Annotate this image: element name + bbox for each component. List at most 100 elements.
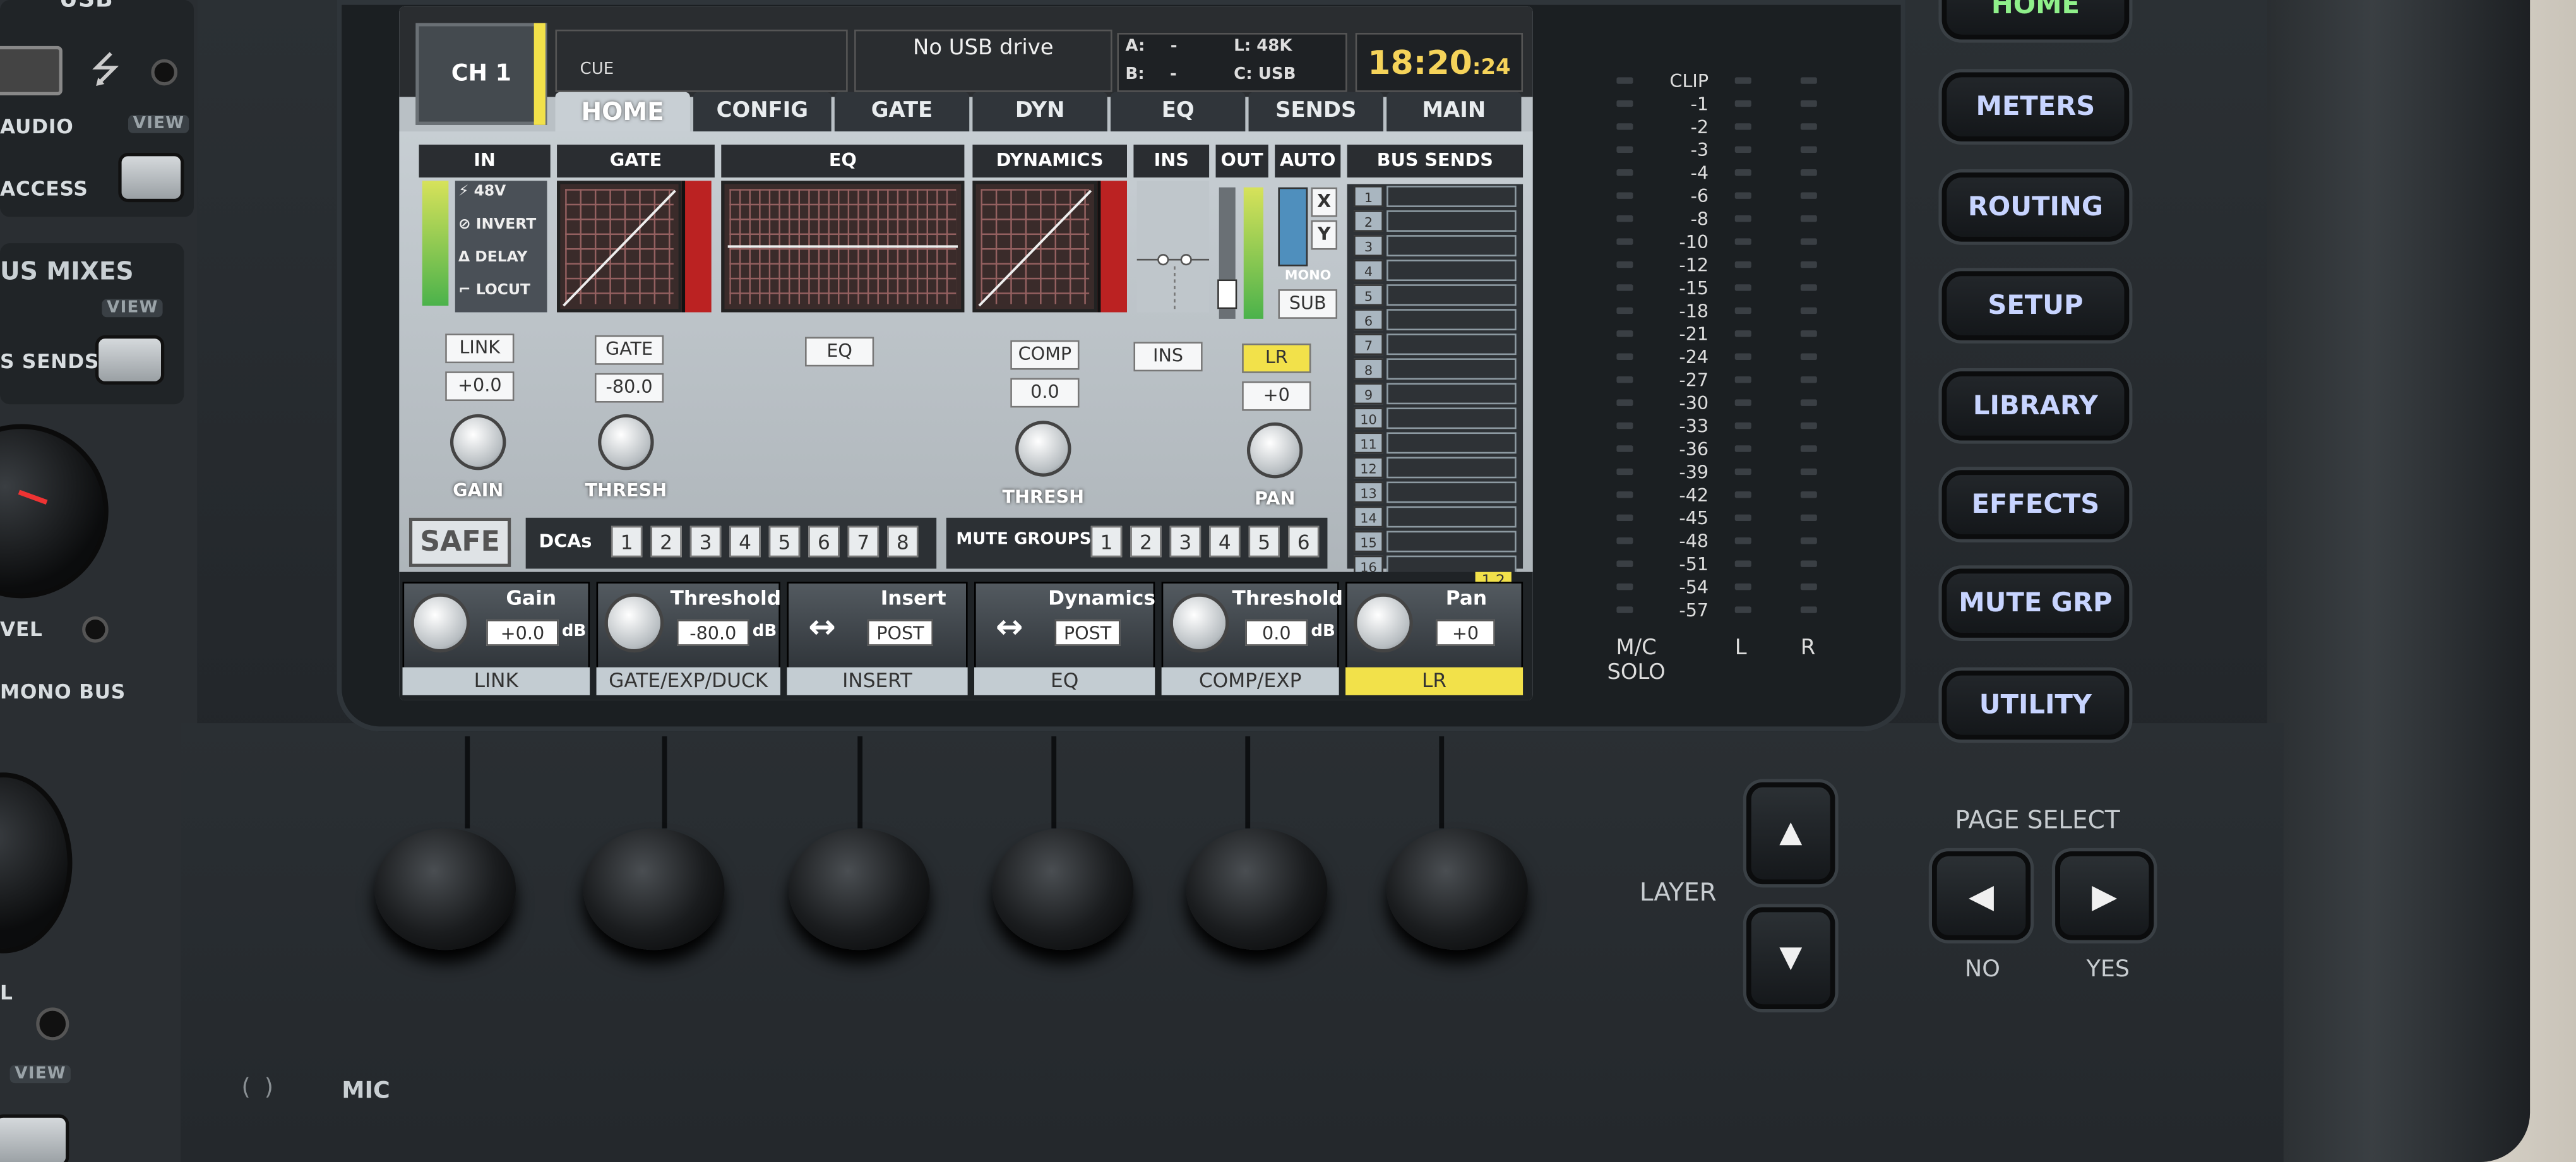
48v-option[interactable]: ⚡ 48V [458,184,506,200]
mono-knob[interactable] [0,772,73,954]
gate-thresh-knob[interactable] [598,414,654,470]
channel-name[interactable]: CH 1 [415,23,547,125]
eq-graph[interactable] [721,181,965,313]
encoder-cell-insert[interactable]: ↔ Insert POST [787,582,968,671]
encoder-cell-pan[interactable]: Pan +0 [1345,582,1524,671]
bus-send-row[interactable]: 12 [1354,457,1517,480]
dca-8[interactable]: 8 [887,525,919,558]
bus-send-row[interactable]: 1 [1354,186,1517,208]
tab-config[interactable]: CONFIG [693,92,832,132]
mute-group-2[interactable]: 2 [1130,525,1162,558]
delay-option[interactable]: Δ DELAY [458,250,528,267]
footer-gate-exp-duck[interactable]: GATE/EXP/DUCK [596,667,780,695]
utility-button[interactable]: UTILITY [1941,670,2130,740]
bus-send-row[interactable]: 14 [1354,506,1517,529]
bottom-view-button[interactable] [0,1114,69,1162]
routing-button[interactable]: ROUTING [1941,172,2130,242]
gain-knob[interactable] [450,414,506,470]
bus-send-row[interactable]: 8 [1354,358,1517,381]
dca-4[interactable]: 4 [729,525,761,558]
encoder-4[interactable] [992,828,1134,950]
invert-option[interactable]: ⊘ INVERT [458,217,536,234]
tab-dyn[interactable]: DYN [972,92,1107,132]
encoder-cell-threshold[interactable]: Threshold -80.0 dB [596,582,781,671]
out-fader-handle[interactable] [1217,279,1237,309]
dca-2[interactable]: 2 [650,525,682,558]
level-label: VEL [0,618,43,641]
dynamics-graph[interactable] [972,181,1098,313]
bus-send-row[interactable]: 6 [1354,309,1517,332]
comp-thresh-knob[interactable] [1015,421,1071,477]
bus-send-row[interactable]: 11 [1354,432,1517,455]
ins-button[interactable]: INS [1133,342,1203,372]
gate-graph[interactable] [557,181,682,313]
meters-button[interactable]: METERS [1941,72,2130,141]
view-button[interactable] [118,153,184,203]
bus-send-row[interactable]: 10 [1354,407,1517,430]
footer-insert[interactable]: INSERT [787,667,968,695]
encoder-1[interactable] [374,828,516,950]
comp-button[interactable]: COMP [1010,340,1080,370]
safe-button[interactable]: SAFE [408,517,511,567]
bus-send-row[interactable]: 15 [1354,530,1517,554]
mute-group-6[interactable]: 6 [1288,525,1320,558]
tab-eq[interactable]: EQ [1110,92,1246,132]
encoder-cell-dynamics[interactable]: ↔ Dynamics POST [974,582,1155,671]
footer-link[interactable]: LINK [402,667,590,695]
mute-group-1[interactable]: 1 [1090,525,1123,558]
encoder-3[interactable] [788,828,930,950]
tab-gate[interactable]: GATE [834,92,970,132]
mute-grp-button[interactable]: MUTE GRP [1941,568,2130,638]
dca-6[interactable]: 6 [808,525,840,558]
mute-group-4[interactable]: 4 [1209,525,1241,558]
bus-send-row[interactable]: 9 [1354,383,1517,405]
lr-button[interactable]: LR [1242,343,1311,373]
encoder-cell-comp-threshold[interactable]: Threshold 0.0 dB [1161,582,1343,671]
encoder-cell-gain[interactable]: Gain +0.0 dB [402,582,590,671]
dca-7[interactable]: 7 [847,525,880,558]
bus-send-row[interactable]: 2 [1354,210,1517,233]
effects-button[interactable]: EFFECTS [1941,470,2130,539]
eq-button[interactable]: EQ [805,337,874,367]
setup-button[interactable]: SETUP [1941,271,2130,340]
footer-eq[interactable]: EQ [974,667,1155,695]
auto-x-button[interactable]: X [1311,187,1338,217]
comp-encoder-knob [1169,593,1229,653]
home-button[interactable]: HOME [1941,0,2130,40]
pan-knob[interactable] [1246,422,1303,479]
footer-comp-exp[interactable]: COMP/EXP [1161,667,1339,695]
ins-graph[interactable] [1136,181,1210,313]
tab-main[interactable]: MAIN [1386,92,1522,132]
locut-option[interactable]: ⌐ LOCUT [458,283,530,299]
bus-send-row[interactable]: 3 [1354,235,1517,258]
page-right-button[interactable]: ▶ [2055,851,2154,940]
tab-home[interactable]: HOME [555,92,690,132]
gate-button[interactable]: GATE [594,335,664,365]
auto-y-button[interactable]: Y [1311,220,1338,250]
footer-lr[interactable]: LR [1345,667,1524,695]
library-button[interactable]: LIBRARY [1941,371,2130,441]
encoder-2[interactable] [583,828,725,950]
tab-sends[interactable]: SENDS [1248,92,1383,132]
dca-5[interactable]: 5 [768,525,801,558]
link-button[interactable]: LINK [445,333,515,364]
dca-1[interactable]: 1 [611,525,643,558]
encoder-6[interactable] [1386,828,1528,950]
dca-3[interactable]: 3 [689,525,722,558]
mono-label: MONO [1284,268,1332,283]
mute-group-5[interactable]: 5 [1248,525,1280,558]
sub-button[interactable]: SUB [1278,289,1338,319]
encoder-5[interactable] [1186,828,1328,950]
layer-down-button[interactable]: ▼ [1746,907,1835,1009]
sends-button[interactable] [95,335,165,385]
bus-send-row[interactable]: 5 [1354,284,1517,307]
page-left-button[interactable]: ◀ [1932,851,2031,940]
usb-port[interactable] [0,45,63,95]
bus-send-row[interactable]: 7 [1354,333,1517,356]
cue-box[interactable]: CUE [555,29,848,92]
bus-send-row[interactable]: 4 [1354,260,1517,282]
bus-send-row[interactable]: 13 [1354,481,1517,505]
layer-up-button[interactable]: ▲ [1746,782,1835,885]
mute-group-3[interactable]: 3 [1169,525,1202,558]
level-knob[interactable] [0,424,109,599]
